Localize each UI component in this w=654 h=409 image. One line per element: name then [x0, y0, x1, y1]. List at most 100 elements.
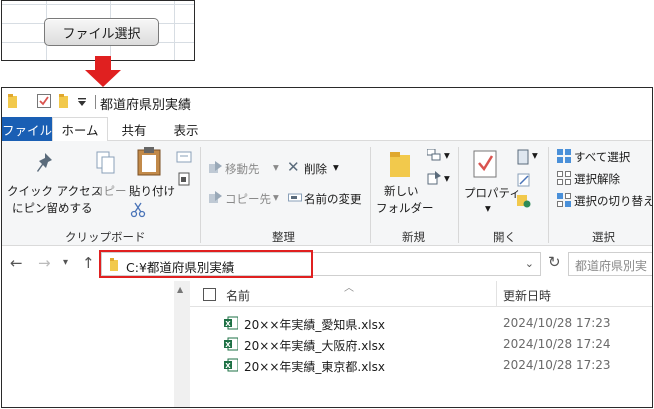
- organize-group-label: 整理: [272, 230, 295, 244]
- easy-access-icon[interactable]: [427, 171, 441, 185]
- tab-view[interactable]: 表示: [166, 117, 206, 141]
- scroll-up-icon[interactable]: ▲: [177, 285, 183, 294]
- paste-button[interactable]: 貼り付け: [129, 183, 175, 199]
- paste-clipboard-icon[interactable]: [135, 146, 163, 176]
- excel-file-icon: X: [224, 337, 238, 351]
- tab-file[interactable]: ファイル: [2, 117, 52, 141]
- new-folder-quick-icon[interactable]: [59, 94, 71, 108]
- invert-selection-icon[interactable]: [557, 193, 571, 207]
- open-group-label: 開く: [493, 230, 516, 244]
- new-item-dropdown-icon[interactable]: ▾: [444, 148, 450, 162]
- column-header: ︿ 名前 更新日時: [190, 281, 652, 307]
- cut-small-icon[interactable]: [176, 151, 192, 163]
- delete-button[interactable]: 削除: [304, 161, 327, 177]
- file-modified: 2024/10/28 17:23: [503, 316, 611, 330]
- open-icon[interactable]: [517, 149, 531, 165]
- invert-selection-button[interactable]: 選択の切り替え: [574, 193, 652, 209]
- group-separator: [200, 147, 201, 243]
- file-explorer-window: 都道府県別実績 ファイル ホーム 共有 表示 クイック アクセス にピン留めする…: [1, 87, 653, 408]
- properties-icon[interactable]: [472, 149, 498, 179]
- new-item-icon[interactable]: [427, 149, 443, 163]
- pin-quick-access-line2[interactable]: にピン留めする: [12, 200, 93, 216]
- scissors-icon[interactable]: [130, 202, 146, 218]
- select-all-button[interactable]: すべて選択: [574, 149, 630, 165]
- svg-text:X: X: [225, 362, 231, 370]
- svg-text:X: X: [225, 320, 231, 328]
- file-name: 20××年実績_愛知県.xlsx: [244, 318, 385, 332]
- ribbon-home: クイック アクセス にピン留めする コピー 貼り付け クリップボード 移動先 ▾…: [2, 141, 652, 246]
- properties-button[interactable]: プロパティ: [464, 185, 521, 201]
- group-separator: [548, 147, 549, 243]
- select-none-button[interactable]: 選択解除: [574, 171, 620, 187]
- recent-locations-chevron-icon[interactable]: ▾: [63, 257, 68, 268]
- new-folder-line2[interactable]: フォルダー: [376, 200, 434, 216]
- quick-access-dropdown-icon[interactable]: [78, 98, 86, 106]
- select-all-icon[interactable]: [557, 149, 571, 163]
- column-name[interactable]: 名前: [226, 287, 250, 304]
- select-all-checkbox[interactable]: [203, 288, 216, 301]
- back-arrow-icon[interactable]: ←: [10, 254, 23, 272]
- file-modified: 2024/10/28 17:24: [503, 337, 611, 351]
- file-list: ︿ 名前 更新日時 X 20××年実績_愛知県.xlsx 2024/10/28 …: [190, 281, 652, 407]
- move-to-dropdown-icon[interactable]: ▾: [273, 160, 279, 174]
- file-name: 20××年実績_大阪府.xlsx: [244, 339, 385, 353]
- search-input[interactable]: 都道府県別実: [568, 252, 652, 276]
- copy-button[interactable]: コピー: [92, 183, 127, 199]
- svg-text:X: X: [225, 341, 231, 349]
- address-dropdown-chevron-icon[interactable]: ⌄: [525, 257, 534, 270]
- navigation-pane-scrollbar[interactable]: ▲: [174, 281, 190, 407]
- title-bar: 都道府県別実績: [2, 88, 652, 116]
- ribbon-tabs: ファイル ホーム 共有 表示: [2, 117, 652, 142]
- title-separator: [95, 95, 96, 109]
- forward-arrow-icon[interactable]: →: [38, 254, 51, 272]
- up-arrow-icon[interactable]: ↑: [82, 254, 95, 272]
- new-group-label: 新規: [402, 230, 425, 244]
- rename-button[interactable]: 名前の変更: [304, 191, 362, 207]
- group-separator: [458, 147, 459, 243]
- address-row: ← → ▾ ↑ C:¥都道府県別実績 ⌄ ↻ 都道府県別実: [2, 248, 652, 280]
- edit-icon[interactable]: [517, 173, 531, 187]
- move-to-button[interactable]: 移動先: [225, 161, 260, 177]
- file-row[interactable]: X 20××年実績_愛知県.xlsx 2024/10/28 17:23: [190, 313, 652, 334]
- delete-dropdown-icon[interactable]: ▾: [333, 160, 339, 174]
- pin-quick-access-line1[interactable]: クイック アクセス: [7, 183, 102, 199]
- easy-access-dropdown-icon[interactable]: ▾: [444, 171, 450, 185]
- excel-file-icon: X: [224, 316, 238, 330]
- excel-sheet-snippet: ファイル選択: [1, 0, 195, 61]
- tab-home[interactable]: ホーム: [52, 117, 108, 142]
- red-down-arrow-icon: [85, 56, 121, 87]
- select-group-label: 選択: [592, 230, 615, 244]
- paste-shortcut-icon[interactable]: [178, 172, 190, 186]
- search-placeholder: 都道府県別実: [575, 259, 648, 273]
- sort-caret-icon: ︿: [344, 283, 354, 294]
- pin-icon[interactable]: [35, 151, 55, 175]
- copy-to-button[interactable]: コピー先: [225, 191, 271, 207]
- file-select-button[interactable]: ファイル選択: [44, 18, 159, 46]
- properties-dropdown-icon[interactable]: ▾: [485, 201, 491, 215]
- file-modified: 2024/10/28 17:23: [503, 358, 611, 372]
- clipboard-group-label: クリップボード: [65, 230, 146, 244]
- navigation-pane: [2, 281, 190, 407]
- select-none-icon[interactable]: [557, 171, 571, 185]
- history-icon[interactable]: [517, 194, 531, 208]
- new-folder-icon[interactable]: [388, 149, 412, 179]
- copy-to-icon[interactable]: [209, 191, 222, 204]
- copy-to-dropdown-icon[interactable]: ▾: [273, 190, 279, 204]
- move-to-icon[interactable]: [209, 161, 222, 174]
- rename-icon[interactable]: [288, 192, 302, 203]
- address-highlight-box: [99, 250, 313, 278]
- copy-icon[interactable]: [95, 151, 117, 175]
- tab-share[interactable]: 共有: [114, 117, 154, 141]
- properties-check-icon[interactable]: [37, 94, 51, 108]
- file-row[interactable]: X 20××年実績_大阪府.xlsx 2024/10/28 17:24: [190, 334, 652, 355]
- delete-x-icon[interactable]: ✕: [287, 158, 300, 176]
- file-name: 20××年実績_東京都.xlsx: [244, 360, 385, 374]
- file-row[interactable]: X 20××年実績_東京都.xlsx 2024/10/28 17:23: [190, 355, 652, 376]
- column-separator[interactable]: [496, 281, 497, 307]
- folder-icon: [8, 94, 17, 108]
- refresh-icon[interactable]: ↻: [548, 253, 561, 271]
- new-folder-line1[interactable]: 新しい: [384, 183, 419, 199]
- window-title: 都道府県別実績: [100, 98, 192, 113]
- column-modified[interactable]: 更新日時: [503, 287, 551, 304]
- open-dropdown-icon[interactable]: ▾: [532, 148, 538, 162]
